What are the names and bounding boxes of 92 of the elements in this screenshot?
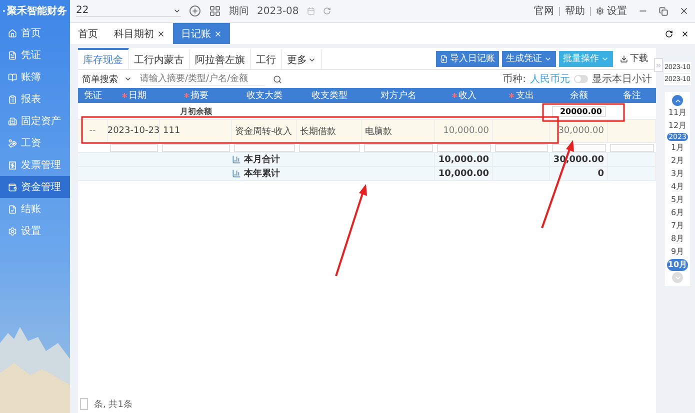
month-item[interactable]: 8月 bbox=[670, 233, 686, 245]
refresh-icon[interactable] bbox=[665, 30, 673, 38]
column-header: 收支大类 bbox=[246, 90, 282, 102]
month-item[interactable]: 5月 bbox=[670, 194, 686, 206]
currency-label: 币种: bbox=[502, 72, 526, 86]
table-cell: -- bbox=[78, 120, 108, 142]
page-tab[interactable]: 日记账 bbox=[173, 23, 230, 44]
menu-item-icon bbox=[8, 160, 17, 170]
column-header: 凭证 bbox=[84, 90, 102, 102]
top-link[interactable]: 帮助 bbox=[565, 4, 585, 18]
top-link[interactable]: 设置 bbox=[607, 4, 627, 18]
sidebar-item[interactable]: 资金管理 bbox=[0, 176, 70, 198]
menu-item-icon bbox=[8, 226, 17, 236]
scroll-down-button[interactable] bbox=[672, 272, 683, 283]
month-item[interactable]: 4月 bbox=[670, 181, 686, 193]
chart-icon bbox=[232, 155, 241, 164]
caret-icon bbox=[124, 75, 132, 83]
column-header: 日期 bbox=[128, 90, 146, 102]
input-field[interactable] bbox=[610, 144, 654, 152]
menu-item-icon bbox=[8, 72, 17, 82]
page-tab[interactable]: 首页 bbox=[70, 23, 106, 44]
grid-icon[interactable] bbox=[209, 5, 221, 17]
period-value[interactable]: 2023-08 bbox=[257, 6, 299, 16]
account-select[interactable]: 22 bbox=[76, 5, 181, 17]
search-icon[interactable] bbox=[273, 74, 282, 84]
expand-button[interactable] bbox=[654, 58, 663, 72]
table-cell: 0 bbox=[550, 167, 608, 180]
subtotal-label: 显示本日小计 bbox=[592, 72, 652, 86]
month-item[interactable]: 3月 bbox=[670, 168, 686, 180]
download-icon bbox=[620, 54, 628, 62]
month-item[interactable]: 10月 bbox=[666, 259, 688, 271]
action-button[interactable]: 导入日记账 bbox=[436, 50, 499, 66]
restore-icon[interactable] bbox=[659, 6, 668, 16]
download-button[interactable]: 下载 bbox=[616, 50, 652, 66]
month-item[interactable]: 11月 bbox=[667, 107, 688, 119]
total-label: 本年累计 bbox=[244, 167, 280, 180]
menu-item-icon bbox=[8, 204, 17, 214]
scroll-up-button[interactable] bbox=[672, 95, 683, 106]
opening-balance-label: 月初余额 bbox=[179, 106, 213, 118]
add-icon[interactable] bbox=[189, 5, 201, 17]
table-cell: 10,000.00 bbox=[435, 167, 493, 180]
menu-item-icon bbox=[8, 94, 17, 104]
search-field[interactable]: 请输入摘要/类型/户名/金额 bbox=[140, 72, 265, 86]
month-item[interactable]: 9月 bbox=[670, 246, 686, 258]
table-cell: 资金周转-收入 bbox=[232, 120, 297, 142]
menu-item-icon bbox=[8, 50, 17, 60]
column-header: 收入 bbox=[458, 90, 476, 102]
account-tab[interactable]: 工行 bbox=[251, 48, 282, 69]
account-tab[interactable]: 更多 bbox=[282, 48, 322, 69]
column-header: 摘要 bbox=[190, 90, 208, 102]
close-tab-icon[interactable] bbox=[157, 30, 165, 38]
period-label: 期间 bbox=[229, 4, 249, 18]
balance-field[interactable]: 20000.00 bbox=[552, 106, 606, 116]
expand-icon bbox=[655, 62, 662, 68]
account-tab[interactable]: 库存现金 bbox=[78, 48, 129, 69]
page-size-field[interactable] bbox=[80, 398, 88, 410]
menu-item-icon bbox=[8, 182, 17, 192]
close-icon[interactable] bbox=[681, 30, 689, 38]
calendar-icon[interactable] bbox=[306, 7, 315, 15]
account-tab[interactable]: 工行内蒙古 bbox=[129, 48, 190, 69]
month-item[interactable]: 1月 bbox=[670, 142, 686, 154]
column-header: 对方户名 bbox=[380, 90, 416, 102]
table-cell: 电脑款 bbox=[362, 120, 435, 142]
table-cell: 10,000.00 bbox=[435, 120, 493, 142]
month-item[interactable]: 2月 bbox=[670, 155, 686, 167]
subtotal-toggle[interactable] bbox=[574, 75, 588, 83]
column-header: 支出 bbox=[516, 90, 534, 102]
close-icon[interactable] bbox=[679, 6, 689, 16]
column-header: 备注 bbox=[623, 90, 641, 102]
table-cell: 长期借款 bbox=[297, 120, 362, 142]
settings-icon bbox=[596, 7, 604, 15]
menu-item-icon bbox=[8, 28, 17, 38]
column-header: 余额 bbox=[570, 90, 588, 102]
account-tab[interactable]: 阿拉善左旗 bbox=[190, 48, 251, 69]
column-header: 收支类型 bbox=[312, 90, 348, 102]
search-mode-select[interactable]: 简单搜索 bbox=[82, 72, 132, 86]
month-item[interactable]: 7月 bbox=[670, 220, 686, 232]
app-name: 聚禾智能财务 bbox=[7, 4, 67, 18]
table-cell: 2023-10-23 bbox=[108, 120, 160, 142]
month-item[interactable]: 12月 bbox=[667, 120, 688, 132]
pager-text: 条, 共1条 bbox=[94, 398, 132, 410]
page-tab[interactable]: 科目期初 bbox=[106, 23, 173, 44]
menu-item-icon bbox=[8, 138, 17, 148]
month-item[interactable]: 6月 bbox=[670, 207, 686, 219]
chart-icon bbox=[232, 169, 241, 178]
import-icon bbox=[440, 54, 448, 62]
action-button[interactable]: 生成凭证 bbox=[502, 50, 556, 66]
total-label: 本月合计 bbox=[244, 153, 280, 166]
menu-item-icon bbox=[8, 116, 17, 126]
top-link[interactable]: 官网 bbox=[534, 4, 554, 18]
table-cell: 111 bbox=[160, 120, 232, 142]
table-cell: 10,000.00 bbox=[435, 153, 493, 166]
